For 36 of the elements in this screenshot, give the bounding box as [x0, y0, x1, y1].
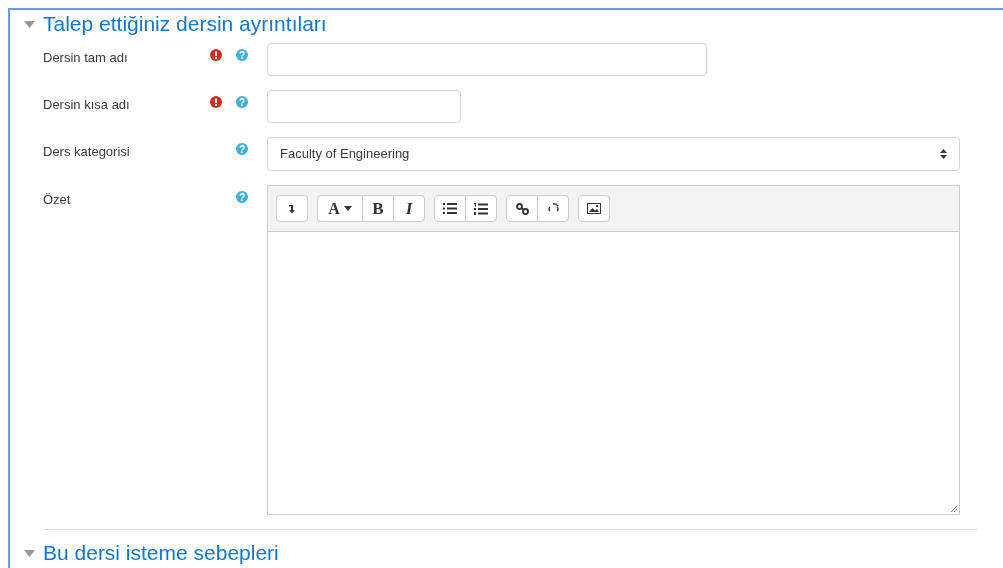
help-icon[interactable] — [236, 143, 248, 155]
broken-link-icon — [546, 202, 560, 215]
field-label: Dersin kısa adı — [43, 96, 131, 114]
required-icon — [210, 96, 222, 108]
category-select[interactable]: Faculty of Engineering — [267, 137, 960, 171]
bullet-list-icon — [443, 203, 457, 214]
expand-button[interactable] — [276, 195, 308, 222]
caret-icon[interactable] — [24, 20, 35, 28]
caret-icon[interactable] — [24, 549, 35, 557]
numbers-button[interactable] — [465, 195, 497, 222]
link-icon — [515, 202, 529, 215]
section-title[interactable]: Talep ettiğiniz dersin ayrıntıları — [43, 11, 327, 37]
numbered-list-icon — [474, 202, 488, 215]
required-icon — [210, 49, 222, 61]
text-field[interactable] — [267, 43, 707, 76]
image-button[interactable] — [578, 195, 610, 222]
field-label: Dersin tam adı — [43, 49, 129, 67]
resize-handle-icon — [950, 505, 958, 513]
image-icon — [587, 203, 601, 214]
text-editor[interactable]: A B I — [267, 185, 960, 515]
unlink-button[interactable] — [537, 195, 569, 222]
text-field[interactable] — [267, 90, 461, 123]
font-button[interactable]: A — [317, 195, 363, 222]
caret-icon — [343, 206, 352, 211]
italic-button[interactable]: I — [393, 195, 425, 222]
section-title[interactable]: Bu dersi isteme sebepleri — [43, 540, 279, 566]
bullets-button[interactable] — [434, 195, 466, 222]
sort-icon — [940, 149, 947, 159]
link-button[interactable] — [506, 195, 538, 222]
help-icon[interactable] — [236, 49, 248, 61]
field-label: Özet — [43, 191, 72, 209]
arrow-down-icon — [288, 203, 296, 214]
bold-button[interactable]: B — [362, 195, 394, 222]
field-label: Ders kategorisi — [43, 143, 131, 161]
help-icon[interactable] — [236, 96, 248, 108]
help-icon[interactable] — [236, 191, 248, 203]
